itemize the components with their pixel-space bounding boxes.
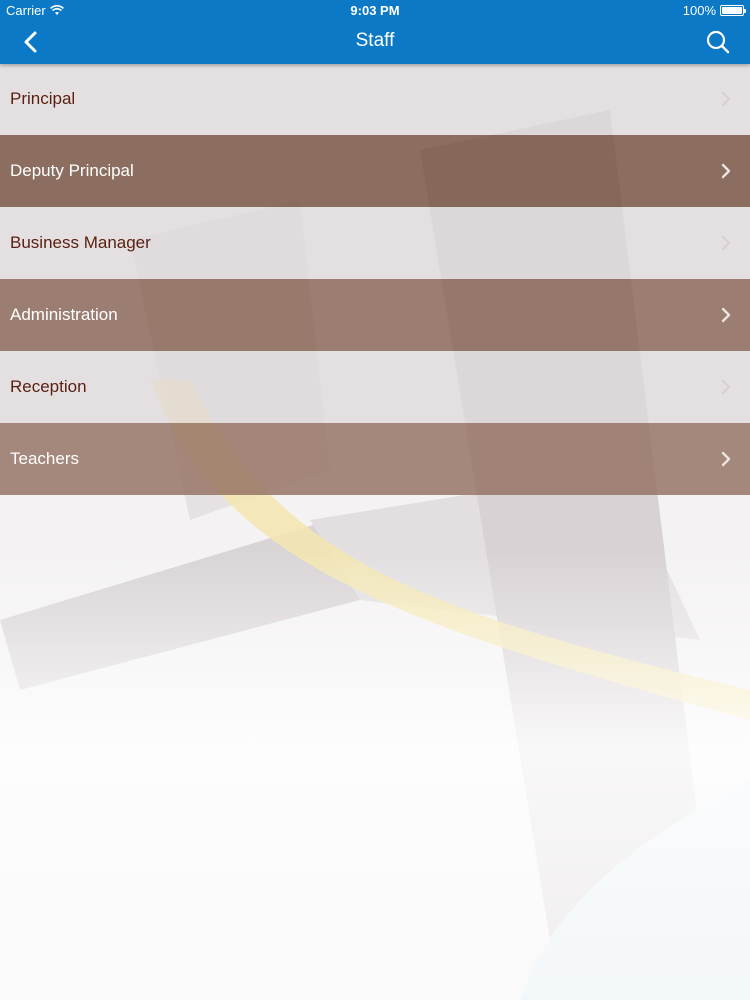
- navigation-bar: Staff: [0, 20, 750, 64]
- battery-icon: [720, 5, 746, 16]
- chevron-right-icon: [721, 451, 731, 467]
- list-item-label: Teachers: [10, 449, 79, 468]
- chevron-right-icon: [721, 163, 731, 179]
- list-item-label: Administration: [10, 305, 118, 324]
- chevron-right-icon: [721, 379, 731, 395]
- list-item-administration[interactable]: Administration: [0, 279, 750, 351]
- search-button[interactable]: [704, 28, 732, 56]
- list-item-label: Business Manager: [10, 233, 151, 252]
- staff-list: Principal Deputy Principal Business Mana…: [0, 63, 750, 495]
- list-item-principal[interactable]: Principal: [0, 63, 750, 135]
- status-time: 9:03 PM: [350, 3, 400, 18]
- chevron-right-icon: [721, 307, 731, 323]
- status-bar: Carrier 9:03 PM 100%: [0, 0, 750, 20]
- list-item-deputy-principal[interactable]: Deputy Principal: [0, 135, 750, 207]
- chevron-right-icon: [721, 235, 731, 251]
- list-item-business-manager[interactable]: Business Manager: [0, 207, 750, 279]
- list-item-teachers[interactable]: Teachers: [0, 423, 750, 495]
- chevron-right-icon: [721, 91, 731, 107]
- list-item-reception[interactable]: Reception: [0, 351, 750, 423]
- battery-indicator: 100%: [682, 3, 746, 18]
- battery-percentage: 100%: [682, 3, 716, 18]
- page-title: Staff: [355, 30, 395, 51]
- list-item-label: Reception: [10, 377, 87, 396]
- list-item-label: Principal: [10, 89, 76, 108]
- search-icon: [706, 30, 730, 54]
- list-item-label: Deputy Principal: [10, 161, 134, 180]
